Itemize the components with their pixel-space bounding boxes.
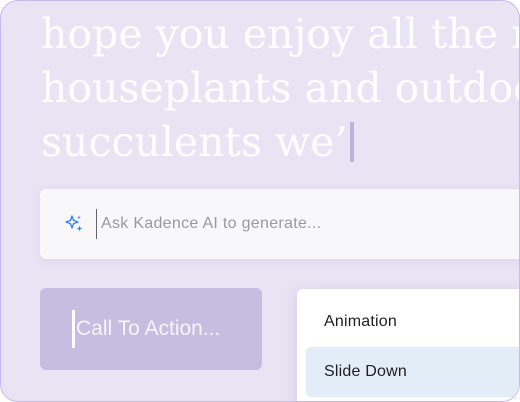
headline-text[interactable]: hope you enjoy all the new houseplants a…: [41, 7, 520, 169]
cta-button-label: Call To Action...: [76, 317, 221, 340]
headline-line-2: houseplants and outdoor: [41, 64, 520, 112]
editor-canvas: hope you enjoy all the new houseplants a…: [0, 0, 520, 402]
headline-line-3-text: succulents we’: [41, 118, 348, 166]
dropdown-title: Animation: [324, 313, 397, 330]
animation-dropdown: Animation Slide Down: [297, 289, 519, 401]
call-to-action-button[interactable]: Call To Action...: [40, 288, 262, 370]
dropdown-option-slide-down[interactable]: Slide Down: [306, 347, 519, 397]
headline-line-3: succulents we’: [41, 115, 519, 169]
sparkle-icon: [65, 215, 83, 232]
text-cursor: [349, 122, 354, 162]
headline-line-1: hope you enjoy all the new: [41, 10, 519, 58]
cta-text-cursor: [72, 310, 75, 348]
ai-prompt-bar: [40, 189, 519, 259]
ai-prompt-input[interactable]: [96, 209, 519, 239]
